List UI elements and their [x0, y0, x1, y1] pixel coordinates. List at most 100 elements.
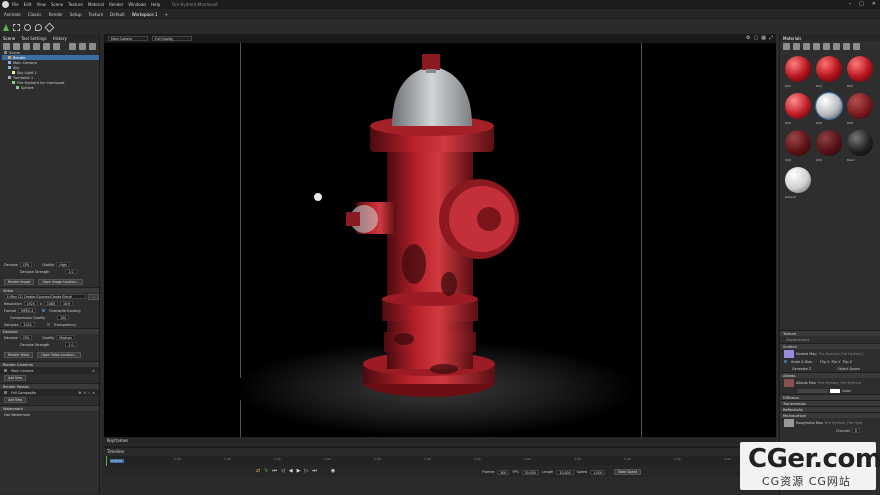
tab-history[interactable]: History [53, 36, 67, 41]
compression-field[interactable]: 100 [57, 315, 70, 320]
menu-scene[interactable]: Scene [51, 2, 63, 7]
marquee-select-icon[interactable] [13, 24, 20, 31]
speed-field[interactable]: 1.000 [590, 469, 606, 475]
render-image-button[interactable]: Render Image [4, 278, 35, 285]
browse-button[interactable]: … [87, 293, 99, 300]
material-r02[interactable] [785, 56, 811, 82]
menu-view[interactable]: View [36, 2, 46, 7]
close-button[interactable]: ✕ [872, 1, 876, 7]
remove-camera-icon[interactable]: ✕ [92, 369, 95, 373]
pass-settings-icon[interactable]: ⚙ [78, 391, 81, 395]
tab-tool-settings[interactable]: Tool Settings [21, 36, 46, 41]
play-icon[interactable]: ▶ [297, 468, 301, 474]
open-video-location-button[interactable]: Open Video Location... [37, 351, 82, 358]
new-material-icon[interactable] [783, 43, 790, 50]
tree-item-sphere[interactable]: Sphere [2, 85, 99, 90]
delete-icon[interactable] [89, 43, 96, 50]
tab-setup[interactable]: Setup [70, 12, 82, 17]
roughness-map-file[interactable]: Fire Hydrant_Fire Hydr [825, 421, 865, 425]
add-pass-button[interactable]: Add New [4, 396, 27, 403]
lasso-select-icon[interactable] [35, 24, 42, 31]
denoise-strength-field[interactable]: 1.0 [65, 269, 77, 274]
flip-y-label[interactable]: Flip Y [831, 360, 840, 364]
tab-timeline[interactable]: Timeline [107, 449, 124, 454]
select-arrow-icon[interactable] [3, 24, 9, 31]
pass-checkbox[interactable] [4, 391, 7, 394]
resolution-height-field[interactable]: 1080 [43, 301, 58, 306]
tab-texture[interactable]: Texture [89, 12, 104, 17]
material-library-icon[interactable] [803, 43, 810, 50]
tab-default[interactable]: Default [110, 12, 125, 17]
material-basic[interactable] [847, 130, 873, 156]
albedo-color-swatch[interactable] [830, 388, 840, 393]
material-default[interactable] [785, 167, 811, 193]
step-forward-icon[interactable]: ▷ [305, 468, 309, 474]
light-gizmo-icon[interactable] [314, 193, 322, 201]
play-reverse-icon[interactable]: ◀ [289, 468, 293, 474]
format-select[interactable]: MPEG-4 [17, 308, 37, 313]
tab-materials[interactable]: Materials [783, 36, 801, 41]
step-back-icon[interactable]: ◁ [281, 468, 285, 474]
add-camera-button[interactable]: Add New [4, 374, 27, 381]
menu-render[interactable]: Render [109, 2, 123, 7]
menu-windows[interactable]: Windows [128, 2, 146, 7]
material-folder-icon[interactable] [823, 43, 830, 50]
pass-item-label[interactable]: Full Composite [11, 391, 36, 395]
tab-workspace-1[interactable]: Workspace 1 [132, 12, 158, 17]
quality-dropdown[interactable]: Full Quality [152, 36, 192, 41]
loop-icon[interactable]: ↻ [264, 468, 268, 474]
material-duplicate-icon[interactable] [813, 43, 820, 50]
shuffle-icon[interactable]: ⇄ [256, 468, 260, 474]
generate-z-label[interactable]: Generate Z [792, 367, 811, 371]
tab-animate[interactable]: Animate [4, 12, 21, 17]
skip-end-icon[interactable]: ⏭ [312, 468, 317, 474]
normal-map-thumbnail[interactable] [784, 349, 794, 358]
viewport-grid-icon[interactable]: ▦ [761, 35, 766, 41]
material-delete-icon[interactable] [843, 43, 850, 50]
skip-start-icon[interactable]: ⏮ [272, 468, 277, 474]
open-image-location-button[interactable]: Open Image Location... [38, 278, 84, 285]
object-space-label[interactable]: Object Space [837, 367, 859, 371]
material-r05a[interactable] [847, 56, 873, 82]
aspect-select[interactable]: 16:9 [59, 301, 74, 306]
playhead[interactable] [106, 456, 107, 466]
video-path-field[interactable]: E:/Rex CG Creator/Courses/Create Electri [4, 294, 86, 299]
material-r06[interactable] [815, 92, 843, 120]
overwrite-checkbox[interactable] [42, 309, 46, 312]
duplicate-icon[interactable] [79, 43, 86, 50]
fps-field[interactable]: 30.000 [521, 469, 539, 475]
camera-checkbox[interactable] [4, 369, 7, 372]
menu-help[interactable]: Help [151, 2, 160, 7]
resolution-width-field[interactable]: 1920 [23, 301, 38, 306]
render-video-button[interactable]: Render Video [4, 351, 34, 358]
add-light-icon[interactable] [13, 43, 20, 50]
scale-bias-checkbox[interactable] [784, 360, 787, 363]
material-skn[interactable] [785, 130, 811, 156]
albedo-map-thumbnail[interactable] [784, 378, 794, 387]
maximize-button[interactable]: □ [859, 1, 864, 7]
camera-item-label[interactable]: Main Camera [11, 369, 33, 373]
material-sphere-icon[interactable] [833, 43, 840, 50]
tab-keyframes[interactable]: Keyframes [107, 438, 128, 443]
pass-remove-icon[interactable]: ✕ [92, 391, 95, 395]
material-r03[interactable] [816, 56, 842, 82]
denoise2-select[interactable]: CPU [19, 335, 33, 340]
add-shape-icon[interactable] [33, 43, 40, 50]
length-field[interactable]: 10.000 [556, 469, 574, 475]
viewport-settings-icon[interactable]: ⚙ [746, 35, 750, 41]
frames-field[interactable]: 300 [497, 469, 510, 475]
denoise-select[interactable]: CPU [19, 262, 33, 267]
material-picker-icon[interactable] [793, 43, 800, 50]
folder-icon[interactable] [69, 43, 76, 50]
material-grid-icon[interactable] [853, 43, 860, 50]
denoise2-strength-field[interactable]: 1.0 [65, 342, 77, 347]
record-icon[interactable]: ◉ [331, 468, 335, 474]
add-camera-icon[interactable] [23, 43, 30, 50]
viewport-maximize-icon[interactable]: ▢ [754, 35, 759, 41]
quality-select[interactable]: High [56, 262, 70, 267]
pass-search-icon[interactable]: ⌕ [88, 391, 90, 395]
tab-render[interactable]: Render [49, 12, 63, 17]
albedo-slider[interactable] [798, 388, 828, 393]
material-r09[interactable] [816, 130, 842, 156]
timeline-ruler[interactable]: 0:00.01 0.50 1.00 1.50 2.00 2.50 3.00 3.… [104, 456, 776, 466]
